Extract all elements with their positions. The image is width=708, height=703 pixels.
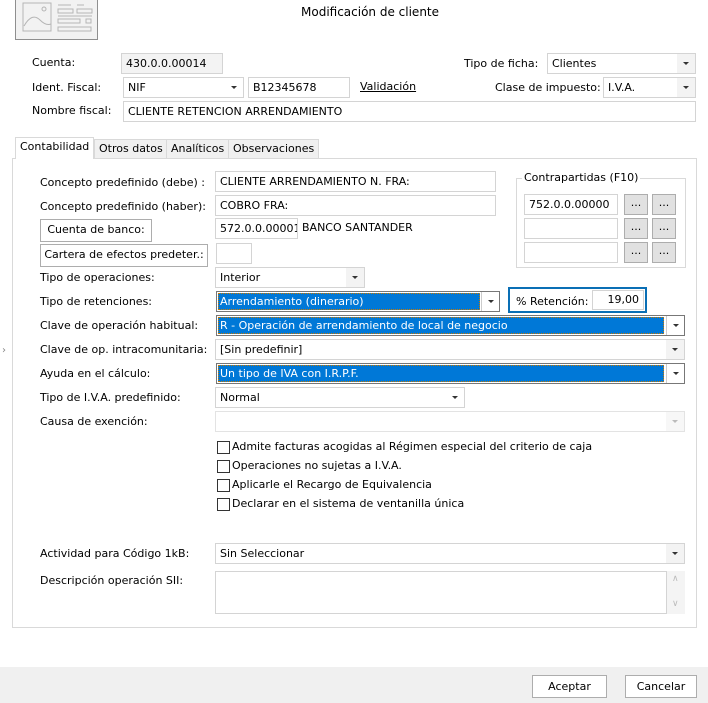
nombre-fiscal-field[interactable]: CLIENTE RETENCION ARRENDAMIENTO — [123, 101, 696, 122]
clave-habitual-select[interactable]: R - Operación de arrendamiento de local … — [216, 315, 685, 336]
cancel-button[interactable]: Cancelar — [625, 675, 697, 698]
tipo-iva-value: Normal — [220, 391, 260, 404]
contrapartida-field-2[interactable] — [524, 218, 618, 239]
clase-impuesto-select[interactable]: I.V.A. — [603, 77, 696, 98]
tipo-ficha-label: Tipo de ficha: — [464, 57, 539, 70]
concepto-debe-field[interactable]: CLIENTE ARRENDAMIENTO N. FRA: — [215, 171, 496, 192]
chevron-down-icon[interactable] — [346, 268, 364, 287]
cartera-efectos-field[interactable] — [216, 243, 252, 264]
window-title: Modificación de cliente — [301, 5, 440, 19]
tipo-retenciones-label: Tipo de retenciones: — [40, 295, 153, 308]
ayuda-calculo-label: Ayuda en el cálculo: — [40, 367, 151, 380]
descripcion-scrollbar[interactable]: ∧ ∨ — [667, 571, 685, 614]
concepto-haber-field[interactable]: COBRO FRA: — [215, 195, 496, 216]
chevron-down-icon[interactable] — [481, 292, 499, 311]
actividad-label: Actividad para Código 1kB: — [40, 547, 190, 560]
contrapartida-field-1[interactable]: 752.0.0.00000 — [524, 194, 618, 215]
chevron-down-icon[interactable] — [677, 54, 695, 73]
validacion-link[interactable]: Validación — [360, 80, 416, 93]
expand-chevron-icon[interactable]: › — [2, 343, 6, 359]
causa-exencion-select[interactable] — [215, 411, 685, 432]
tipo-retenciones-value: Arrendamiento (dinerario) — [218, 293, 480, 310]
contrapartida-search-button-2b[interactable]: ... — [652, 218, 676, 239]
recargo-equivalencia-label: Aplicarle el Recargo de Equivalencia — [232, 478, 432, 491]
tipo-ficha-value: Clientes — [552, 57, 597, 70]
chevron-down-icon[interactable] — [666, 364, 684, 383]
ident-fiscal-label: Ident. Fiscal: — [32, 81, 102, 94]
chevron-down-icon[interactable] — [677, 78, 695, 97]
tipo-iva-select[interactable]: Normal — [215, 387, 465, 408]
ayuda-calculo-select[interactable]: Un tipo de IVA con I.R.P.F. — [216, 363, 685, 384]
clave-intra-select[interactable]: [Sin predefinir] — [215, 339, 685, 360]
contrapartida-search-button-3b[interactable]: ... — [652, 242, 676, 263]
retencion-field[interactable]: 19,00 — [592, 290, 644, 310]
tab-analiticos[interactable]: Analíticos — [166, 139, 230, 158]
criterio-caja-label: Admite facturas acogidas al Régimen espe… — [232, 440, 593, 453]
recargo-equivalencia-checkbox[interactable] — [217, 479, 230, 492]
clave-intra-label: Clave de op. intracomunitaria: — [40, 343, 208, 356]
scroll-down-icon[interactable]: ∨ — [672, 599, 679, 609]
tab-observaciones[interactable]: Observaciones — [228, 139, 320, 158]
no-sujetas-iva-label: Operaciones no sujetas a I.V.A. — [232, 459, 402, 472]
clase-impuesto-label: Clase de impuesto: — [495, 81, 601, 94]
ventanilla-unica-label: Declarar en el sistema de ventanilla úni… — [232, 497, 465, 510]
contrapartida-field-3[interactable] — [524, 242, 618, 263]
contrapartida-search-button-1a[interactable]: ... — [624, 194, 648, 215]
clave-habitual-value: R - Operación de arrendamiento de local … — [218, 317, 664, 334]
clave-habitual-label: Clave de operación habitual: — [40, 319, 199, 332]
tipo-operaciones-select[interactable]: Interior — [215, 267, 365, 288]
tab-otros-datos[interactable]: Otros datos — [94, 139, 168, 158]
contrapartida-search-button-1b[interactable]: ... — [652, 194, 676, 215]
tipo-retenciones-select[interactable]: Arrendamiento (dinerario) — [216, 291, 500, 312]
cuenta-banco-field[interactable]: 572.0.0.00001 — [215, 218, 298, 239]
accept-button[interactable]: Aceptar — [532, 675, 607, 698]
actividad-value: Sin Seleccionar — [220, 547, 305, 560]
concepto-debe-label: Concepto predefinido (debe) : — [40, 176, 205, 189]
concepto-haber-label: Concepto predefinido (haber): — [40, 200, 206, 213]
contrapartidas-title: Contrapartidas (F10) — [522, 170, 641, 186]
tab-contabilidad[interactable]: Contabilidad — [15, 137, 95, 159]
tipo-iva-label: Tipo de I.V.A. predefinido: — [40, 391, 181, 404]
descripcion-sii-textarea[interactable] — [215, 571, 667, 614]
ident-type-value: NIF — [128, 81, 146, 94]
contrapartida-search-button-3a[interactable]: ... — [624, 242, 648, 263]
chevron-down-icon[interactable] — [225, 78, 243, 97]
ident-type-select[interactable]: NIF — [123, 77, 244, 98]
ayuda-calculo-value: Un tipo de IVA con I.R.P.F. — [218, 365, 664, 382]
cuenta-banco-name: BANCO SANTANDER — [302, 221, 413, 234]
nombre-fiscal-label: Nombre fiscal: — [32, 104, 112, 117]
descripcion-sii-label: Descripción operación SII: — [40, 574, 184, 587]
clase-impuesto-value: I.V.A. — [608, 81, 636, 94]
cartera-efectos-button[interactable]: Cartera de efectos predeter.: — [40, 244, 208, 267]
tipo-ficha-select[interactable]: Clientes — [547, 53, 696, 74]
criterio-caja-checkbox[interactable] — [217, 441, 230, 454]
chevron-down-icon[interactable] — [666, 316, 684, 335]
tipo-operaciones-value: Interior — [220, 271, 261, 284]
actividad-select[interactable]: Sin Seleccionar — [215, 543, 685, 564]
chevron-down-icon[interactable] — [666, 340, 684, 359]
clave-intra-value: [Sin predefinir] — [220, 343, 303, 356]
chevron-down-icon[interactable] — [666, 544, 684, 563]
chevron-down-icon[interactable] — [666, 412, 684, 431]
causa-exencion-label: Causa de exención: — [40, 415, 148, 428]
cuenta-banco-button[interactable]: Cuenta de banco: — [40, 219, 152, 242]
scroll-up-icon[interactable]: ∧ — [672, 574, 679, 584]
ventanilla-unica-checkbox[interactable] — [217, 498, 230, 511]
retencion-label: % Retención: — [516, 295, 589, 308]
contrapartida-search-button-2a[interactable]: ... — [624, 218, 648, 239]
chevron-down-icon[interactable] — [446, 388, 464, 407]
cuenta-field[interactable]: 430.0.0.00014 — [121, 53, 223, 74]
tipo-operaciones-label: Tipo de operaciones: — [40, 271, 155, 284]
client-card-image-icon — [15, 0, 98, 40]
no-sujetas-iva-checkbox[interactable] — [217, 460, 230, 473]
ident-value-field[interactable]: B12345678 — [248, 77, 350, 98]
cuenta-label: Cuenta: — [32, 56, 76, 69]
